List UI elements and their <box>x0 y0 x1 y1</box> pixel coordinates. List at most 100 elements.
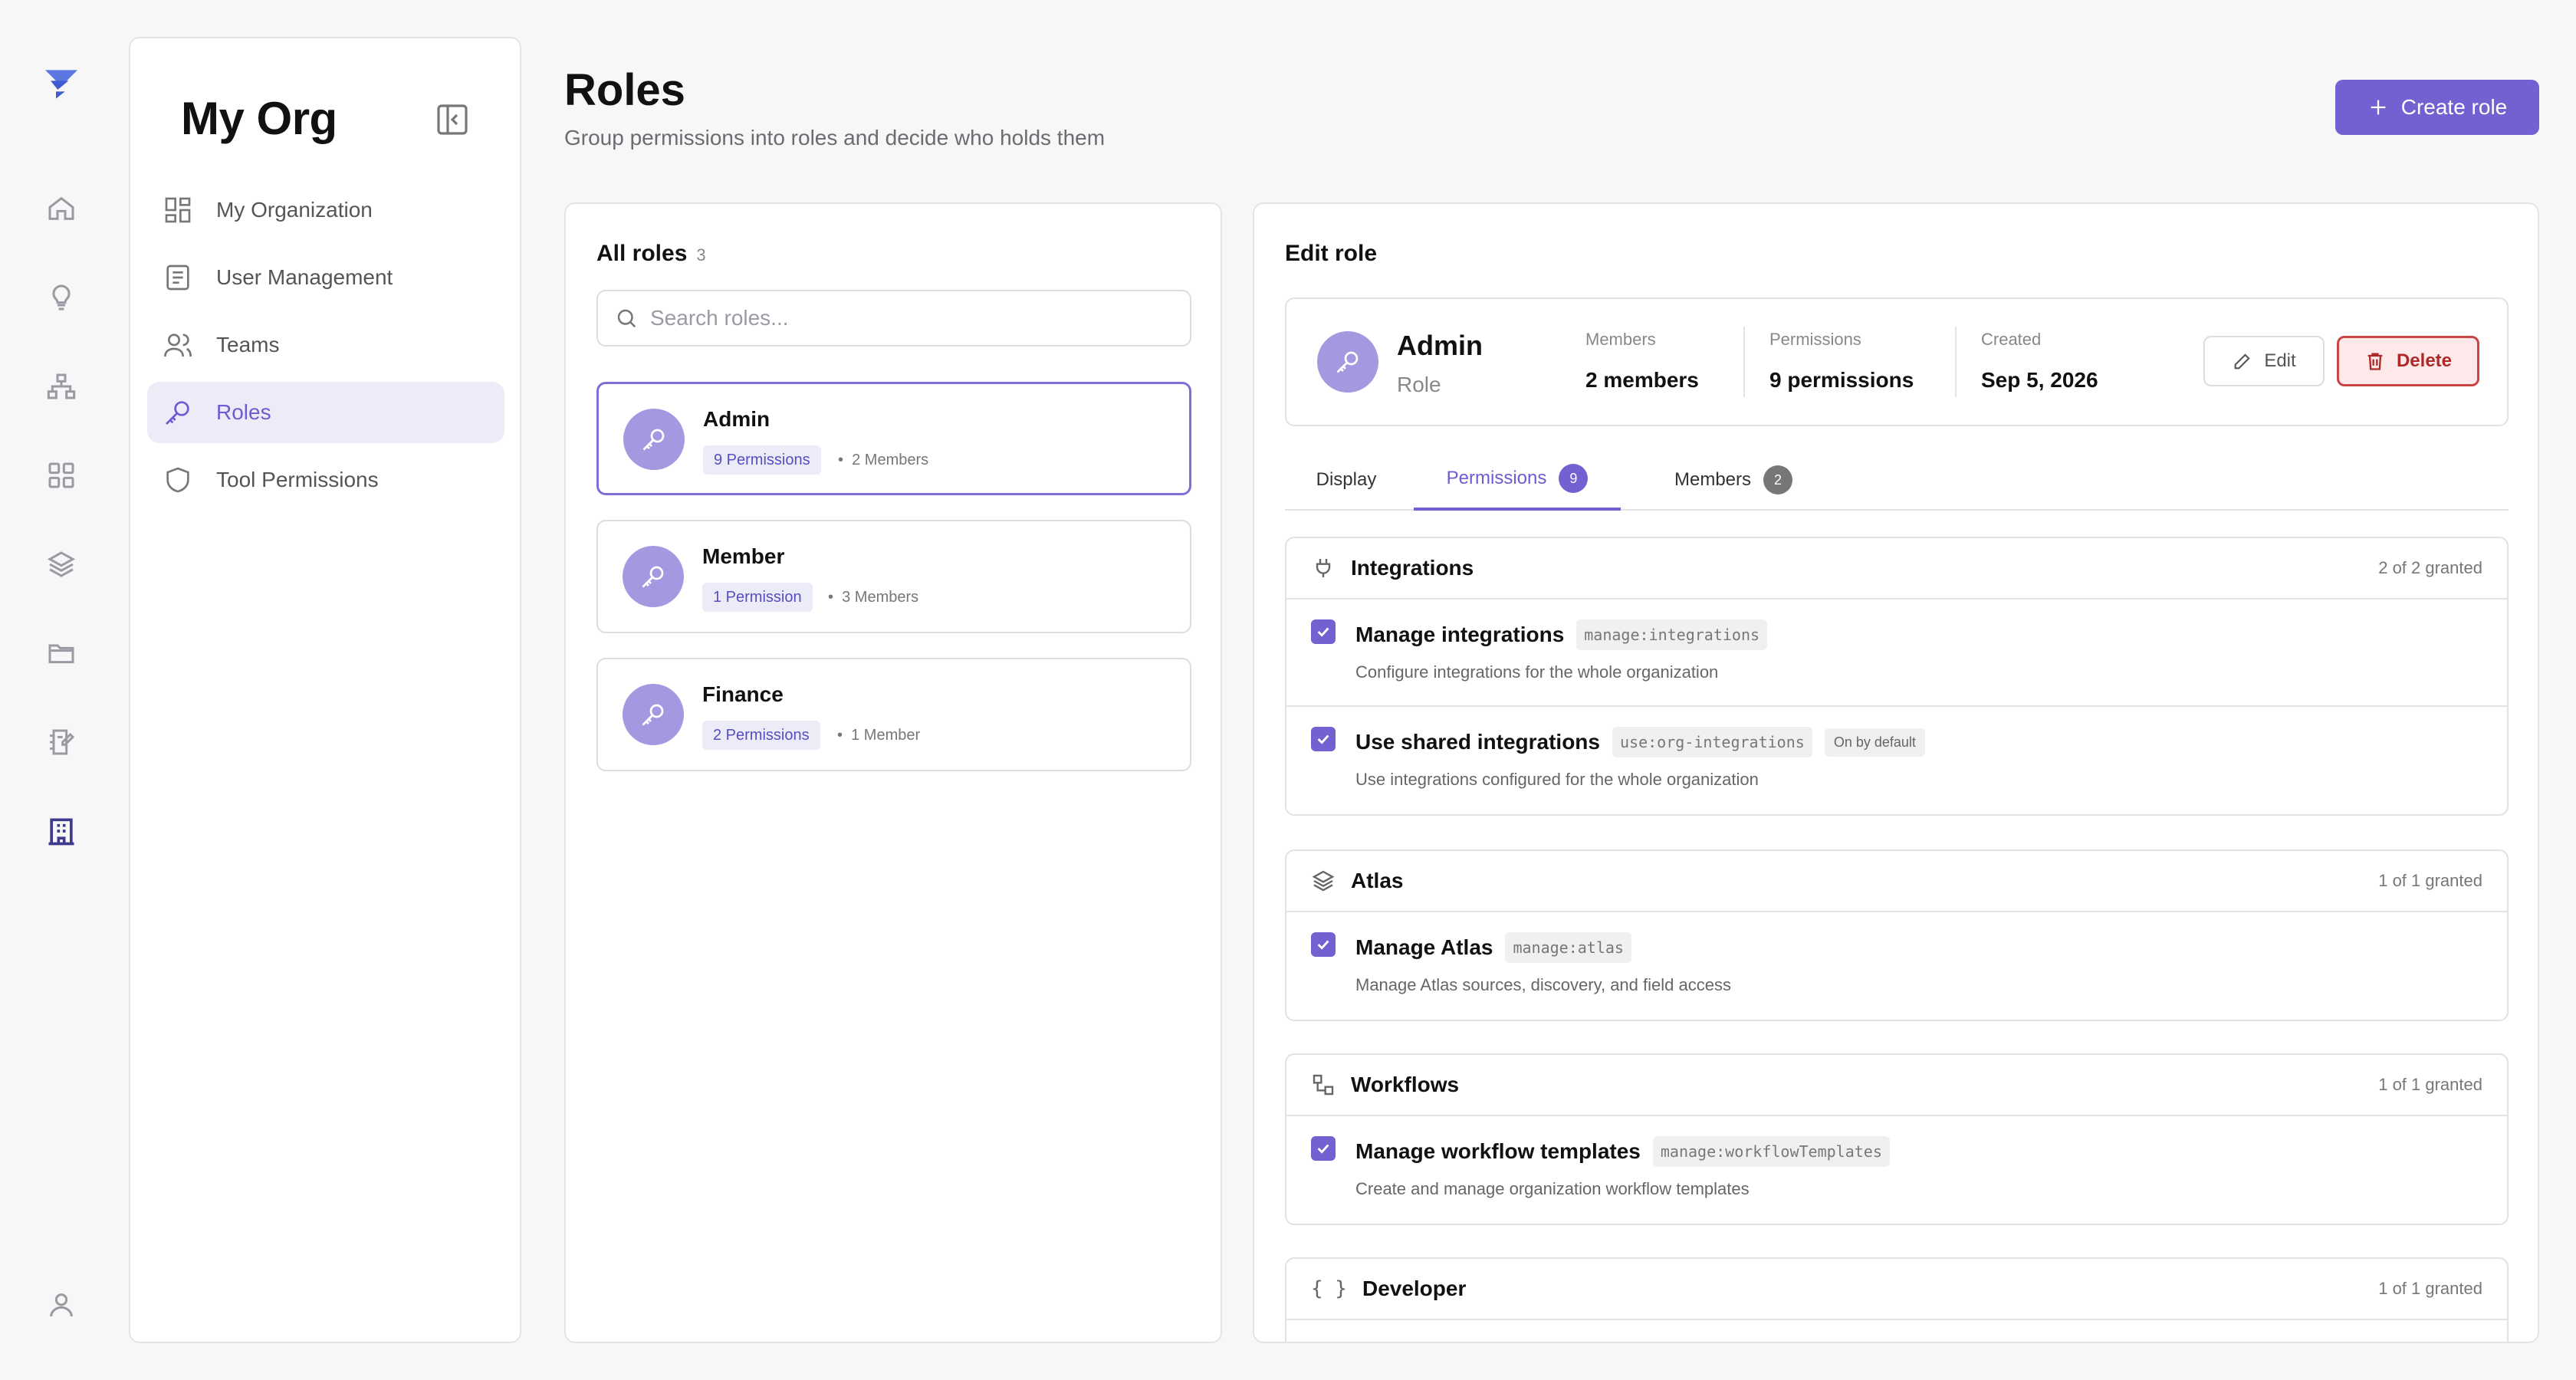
logo-icon[interactable] <box>38 61 84 107</box>
sidebar-item-label: Tool Permissions <box>216 468 379 491</box>
stat-label: Permissions <box>1769 330 1861 349</box>
notebook-icon[interactable] <box>38 719 84 765</box>
check-icon <box>1315 731 1332 748</box>
pencil-icon <box>2232 350 2253 372</box>
user-icon[interactable] <box>38 1282 84 1328</box>
create-role-button[interactable]: Create role <box>2335 80 2539 135</box>
tab-display[interactable]: Display <box>1285 449 1408 511</box>
permission-description: Create and manage organization workflow … <box>1355 1179 1750 1198</box>
key-icon <box>639 701 667 728</box>
permission-description: Manage Atlas sources, discovery, and fie… <box>1355 975 1731 994</box>
roles-count: 3 <box>696 245 706 264</box>
list-icon <box>163 262 193 293</box>
key-icon <box>163 397 193 428</box>
tab-members[interactable]: Members 2 <box>1638 449 1829 511</box>
group-header[interactable]: Workflows 1 of 1 granted <box>1286 1055 2507 1116</box>
collapse-sidebar-icon[interactable] <box>434 101 471 138</box>
permission-description: Configure integrations for the whole org… <box>1355 662 1719 682</box>
sidebar-item-my-organization[interactable]: My Organization <box>147 179 504 241</box>
layers-icon[interactable] <box>38 541 84 587</box>
sidebar-item-teams[interactable]: Teams <box>147 314 504 376</box>
group-header[interactable]: { } Developer 1 of 1 granted <box>1286 1259 2507 1320</box>
group-granted-count: 1 of 1 granted <box>2378 1279 2482 1298</box>
permissions-chip: 9 Permissions <box>703 445 821 475</box>
org-name: My Org <box>181 93 337 144</box>
create-role-label: Create role <box>2400 95 2508 119</box>
permission-description: Use integrations configured for the whol… <box>1355 770 1759 789</box>
permission-checkbox[interactable] <box>1311 1136 1336 1161</box>
sidebar-item-user-management[interactable]: User Management <box>147 247 504 308</box>
role-avatar <box>623 546 684 607</box>
stat-members: Members 2 members <box>1585 330 1699 393</box>
folder-icon[interactable] <box>38 630 84 676</box>
members-count: • 1 Member <box>837 727 921 744</box>
stat-value: Sep 5, 2026 <box>1981 368 2098 392</box>
hierarchy-icon[interactable] <box>38 363 84 409</box>
users-icon <box>163 330 193 360</box>
role-card-member[interactable]: Member 1 Permission • 3 Members <box>596 520 1191 633</box>
group-header[interactable]: Atlas 1 of 1 granted <box>1286 851 2507 912</box>
icon-rail <box>0 0 123 1380</box>
permission-code: use:org-integrations <box>1612 727 1812 757</box>
edit-role-title: Edit role <box>1285 241 1378 266</box>
stat-permissions: Permissions 9 permissions <box>1769 330 1914 393</box>
permission-checkbox[interactable] <box>1311 932 1336 957</box>
tab-label: Display <box>1316 469 1377 490</box>
page-subtitle: Group permissions into roles and decide … <box>564 126 1106 150</box>
default-tag: On by default <box>1824 728 1925 757</box>
sidebar-item-label: Teams <box>216 333 280 356</box>
role-type: Role <box>1397 373 1441 396</box>
tab-permissions[interactable]: Permissions 9 <box>1414 449 1621 511</box>
role-name: Admin <box>1397 330 1483 361</box>
shield-icon <box>163 465 193 495</box>
key-icon <box>640 426 668 453</box>
group-title: Integrations <box>1351 556 1474 580</box>
home-icon[interactable] <box>38 186 84 232</box>
permission-checkbox[interactable] <box>1311 727 1336 751</box>
permission-code: manage:workflowTemplates <box>1652 1136 1890 1167</box>
delete-button[interactable]: Delete <box>2337 336 2479 386</box>
grid-icon[interactable] <box>38 452 84 498</box>
lightbulb-icon[interactable] <box>38 274 84 320</box>
search-input[interactable] <box>650 306 1148 330</box>
group-title: Atlas <box>1351 869 1404 892</box>
sidebar-nav: My Organization User Management Teams Ro… <box>147 179 504 517</box>
stat-label: Members <box>1585 330 1656 349</box>
sidebar-item-tool-permissions[interactable]: Tool Permissions <box>147 449 504 511</box>
group-granted-count: 1 of 1 granted <box>2378 1075 2482 1094</box>
permission-group-developer: { } Developer 1 of 1 granted <box>1285 1257 2509 1342</box>
braces-icon: { } <box>1311 1277 1347 1300</box>
permission-checkbox[interactable] <box>1311 619 1336 644</box>
permission-name: Manage workflow templates <box>1355 1139 1641 1163</box>
search-icon <box>615 307 638 330</box>
permission-item: Manage workflow templates manage:workflo… <box>1286 1116 2507 1224</box>
roles-panel-title: All roles <box>596 241 688 266</box>
permissions-chip: 2 Permissions <box>702 721 820 750</box>
permission-code: manage:atlas <box>1505 932 1631 963</box>
role-name: Finance <box>702 682 784 706</box>
building-icon[interactable] <box>38 808 84 854</box>
role-card-finance[interactable]: Finance 2 Permissions • 1 Member <box>596 658 1191 771</box>
check-icon <box>1315 936 1332 953</box>
role-name: Admin <box>703 407 770 431</box>
key-icon <box>1334 348 1362 376</box>
page-title: Roles <box>564 65 685 115</box>
permission-name: Manage integrations <box>1355 623 1565 646</box>
sidebar: My Org My Organization User Management T… <box>129 37 521 1343</box>
delete-label: Delete <box>2396 350 2453 371</box>
sidebar-item-roles[interactable]: Roles <box>147 382 504 443</box>
group-title: Workflows <box>1351 1073 1460 1096</box>
edit-button[interactable]: Edit <box>2203 336 2325 386</box>
permission-group-integrations: Integrations 2 of 2 granted Manage integ… <box>1285 537 2509 816</box>
edit-label: Edit <box>2264 350 2296 371</box>
stat-value: 9 permissions <box>1769 368 1914 392</box>
sidebar-item-label: User Management <box>216 265 393 289</box>
key-icon <box>639 563 667 590</box>
group-header[interactable]: Integrations 2 of 2 granted <box>1286 538 2507 600</box>
group-granted-count: 1 of 1 granted <box>2378 871 2482 890</box>
group-granted-count: 2 of 2 granted <box>2378 558 2482 577</box>
layers-icon <box>1311 869 1336 893</box>
members-count: • 2 Members <box>838 452 929 468</box>
divider <box>1743 327 1745 397</box>
role-card-admin[interactable]: Admin 9 Permissions • 2 Members <box>596 382 1191 495</box>
